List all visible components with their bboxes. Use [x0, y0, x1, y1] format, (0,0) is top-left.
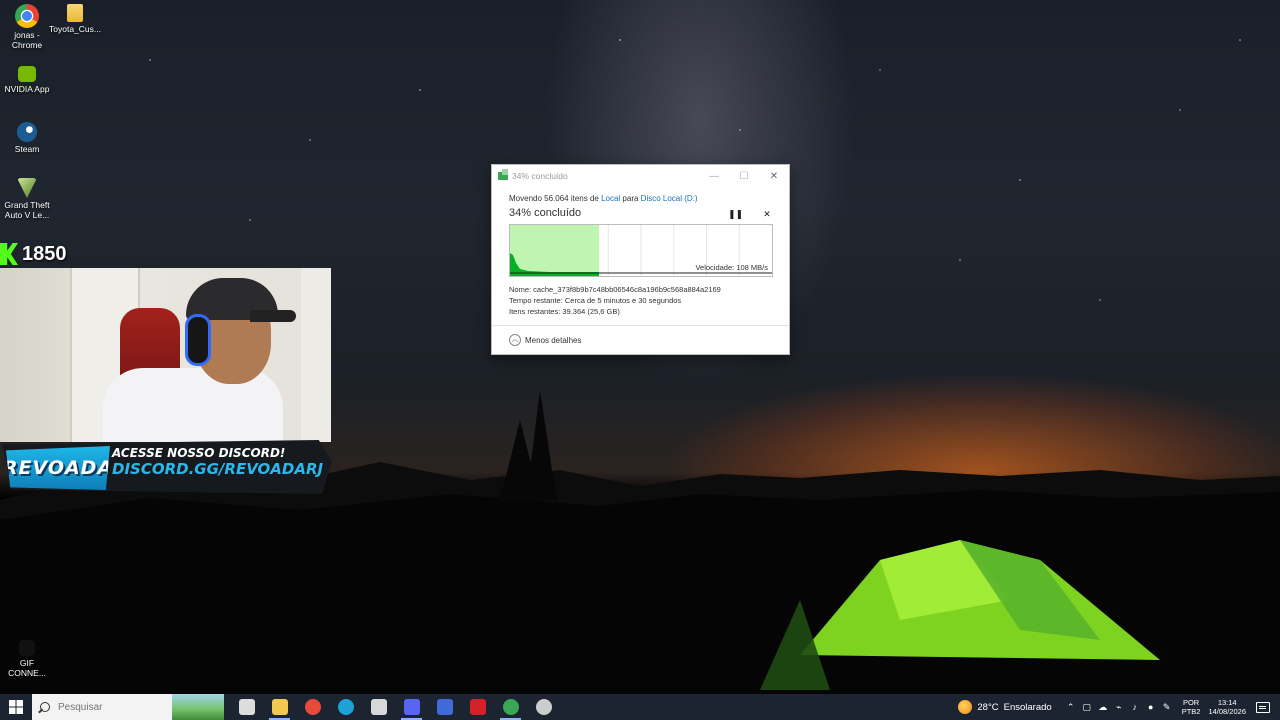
speed-label: Velocidade: 108 MB/s — [695, 263, 768, 272]
notification-icon[interactable] — [1256, 701, 1270, 713]
taskbar-app-chrome-profile[interactable] — [494, 694, 527, 720]
desktop-icon-label: Steam — [14, 144, 40, 154]
gif-icon — [19, 640, 35, 656]
taskbar-app-obs-app[interactable] — [428, 694, 461, 720]
weather-text: Ensolarado — [1003, 701, 1052, 713]
transfer-speed-chart: Velocidade: 108 MB/s — [509, 224, 773, 277]
obs-app-icon — [436, 699, 453, 715]
chrome-icon — [304, 699, 321, 715]
chrome-profile-icon — [502, 699, 519, 715]
edge-icon — [337, 699, 354, 715]
viewer-count: 1850 — [22, 242, 67, 265]
taskbar-app-task-view[interactable] — [230, 694, 263, 720]
desktop-icon-label: Grand Theft Auto V Le... — [4, 200, 50, 220]
taskbar-apps — [230, 694, 560, 720]
desktop-icon-toyota-folder[interactable]: Toyota_Cus... — [48, 4, 102, 34]
time-remaining: Tempo restante: Cerca de 5 minutos e 30 … — [509, 296, 682, 305]
source-link[interactable]: Local — [601, 194, 620, 203]
input-language[interactable]: POR PTB2 — [1182, 698, 1201, 716]
percent-complete: 34% concluído — [509, 207, 582, 219]
headset — [185, 314, 211, 366]
task-view-icon — [238, 699, 255, 715]
clock[interactable]: 13:14 14/08/2026 — [1208, 698, 1246, 716]
clock-date: 14/08/2026 — [1208, 707, 1246, 716]
desktop-icon-label: jonas - Chrome — [11, 30, 43, 50]
discord-icon — [403, 699, 420, 715]
maximize-button[interactable]: ☐ — [729, 165, 759, 187]
store-icon — [370, 699, 387, 715]
copy-progress-icon — [498, 169, 508, 180]
microphone-icon[interactable]: ● — [1146, 702, 1156, 712]
dialog-titlebar[interactable]: 34% concluído — ☐ ✕ — [492, 165, 789, 187]
desktop-icon-steam[interactable]: Steam — [0, 122, 54, 154]
destination-link[interactable]: Disco Local (D:) — [641, 194, 698, 203]
kick-viewer-counter: 1850 — [0, 242, 67, 266]
revoada-logo: REVOADA — [6, 446, 110, 490]
search-icon — [40, 702, 50, 712]
chevron-up-icon[interactable]: ⌃ — [1066, 702, 1076, 713]
meet-now-icon[interactable]: ▢ — [1082, 702, 1092, 713]
taskbar-app-edge[interactable] — [329, 694, 362, 720]
desktop-icon-chrome[interactable]: jonas - Chrome — [0, 4, 54, 50]
taskbar-search[interactable] — [32, 694, 224, 720]
cancel-button[interactable]: ✕ — [760, 207, 774, 221]
minimize-button[interactable]: — — [699, 165, 729, 187]
desktop-icon-nvidia[interactable]: NVIDIA App — [0, 66, 54, 94]
nvidia-icon — [18, 66, 36, 82]
desktop-icon-label: Toyota_Cus... — [49, 24, 101, 34]
steam-icon — [17, 122, 37, 142]
search-highlight-image — [172, 694, 224, 720]
windows-logo-icon — [9, 700, 23, 714]
pen-icon[interactable]: ✎ — [1162, 702, 1172, 713]
search-input[interactable] — [58, 701, 168, 713]
less-details-button[interactable]: ︿ Menos detalhes — [509, 334, 581, 346]
sun-icon — [958, 700, 973, 714]
taskbar-app-store[interactable] — [362, 694, 395, 720]
volume-icon[interactable]: ♪ — [1130, 702, 1140, 712]
network-icon[interactable]: ⌁ — [1114, 702, 1124, 713]
system-tray: 28°C Ensolarado ⌃ ▢ ☁ ⌁ ♪ ● ✎ POR PTB2 1… — [958, 694, 1280, 720]
weather-temp: 28°C — [977, 701, 999, 713]
desktop-icon-label: GIF CONNE... — [8, 658, 46, 678]
pause-icon: ❚❚ — [728, 209, 744, 219]
desktop-icon-gif-connector[interactable]: GIF CONNE... — [0, 640, 54, 678]
items-remaining: Itens restantes: 39.364 (25,6 GB) — [509, 307, 620, 316]
kick-logo-icon — [0, 243, 18, 265]
banner-discord-link: DISCORD.GG/REVOADARJ — [112, 460, 324, 478]
clock-time: 13:14 — [1217, 698, 1237, 707]
pause-button[interactable]: ❚❚ — [728, 207, 744, 221]
cloud-icon[interactable]: ☁ — [1098, 702, 1108, 713]
weather-widget[interactable]: 28°C Ensolarado — [958, 700, 1052, 714]
obs-icon — [535, 699, 552, 715]
dialog-separator — [492, 325, 789, 326]
taskbar-app-acrobat[interactable] — [461, 694, 494, 720]
banner-title: ACESSE NOSSO DISCORD! — [112, 446, 286, 460]
taskbar-app-chrome[interactable] — [296, 694, 329, 720]
chevron-up-icon: ︿ — [509, 334, 521, 346]
progress-fill — [510, 225, 600, 276]
chrome-icon — [15, 4, 39, 28]
dialog-title: 34% concluído — [512, 171, 568, 181]
folder-icon — [67, 4, 83, 22]
file-explorer-icon — [271, 699, 288, 715]
less-details-label: Menos detalhes — [525, 335, 582, 345]
acrobat-icon — [469, 699, 486, 715]
taskbar-app-discord[interactable] — [395, 694, 428, 720]
close-icon: ✕ — [763, 209, 771, 219]
operation-description: Movendo 56.064 itens de Local para Disco… — [509, 194, 698, 203]
file-name: Nome: cache_373f8b9b7c48bb06546c8a196b9c… — [509, 285, 721, 294]
discord-banner: REVOADA ACESSE NOSSO DISCORD! DISCORD.GG… — [0, 434, 340, 500]
start-button[interactable] — [0, 694, 32, 720]
close-button[interactable]: ✕ — [759, 165, 789, 187]
taskbar-app-obs[interactable] — [527, 694, 560, 720]
file-operation-dialog: 34% concluído — ☐ ✕ Movendo 56.064 itens… — [491, 164, 790, 355]
gta-icon — [17, 178, 37, 198]
taskbar: 28°C Ensolarado ⌃ ▢ ☁ ⌁ ♪ ● ✎ POR PTB2 1… — [0, 694, 1280, 720]
webcam-overlay — [0, 268, 331, 442]
desktop-icon-label: NVIDIA App — [4, 84, 50, 94]
desktop-icon-gta[interactable]: Grand Theft Auto V Le... — [0, 178, 54, 220]
taskbar-app-file-explorer[interactable] — [263, 694, 296, 720]
tray-icons: ⌃ ▢ ☁ ⌁ ♪ ● ✎ — [1066, 702, 1172, 713]
